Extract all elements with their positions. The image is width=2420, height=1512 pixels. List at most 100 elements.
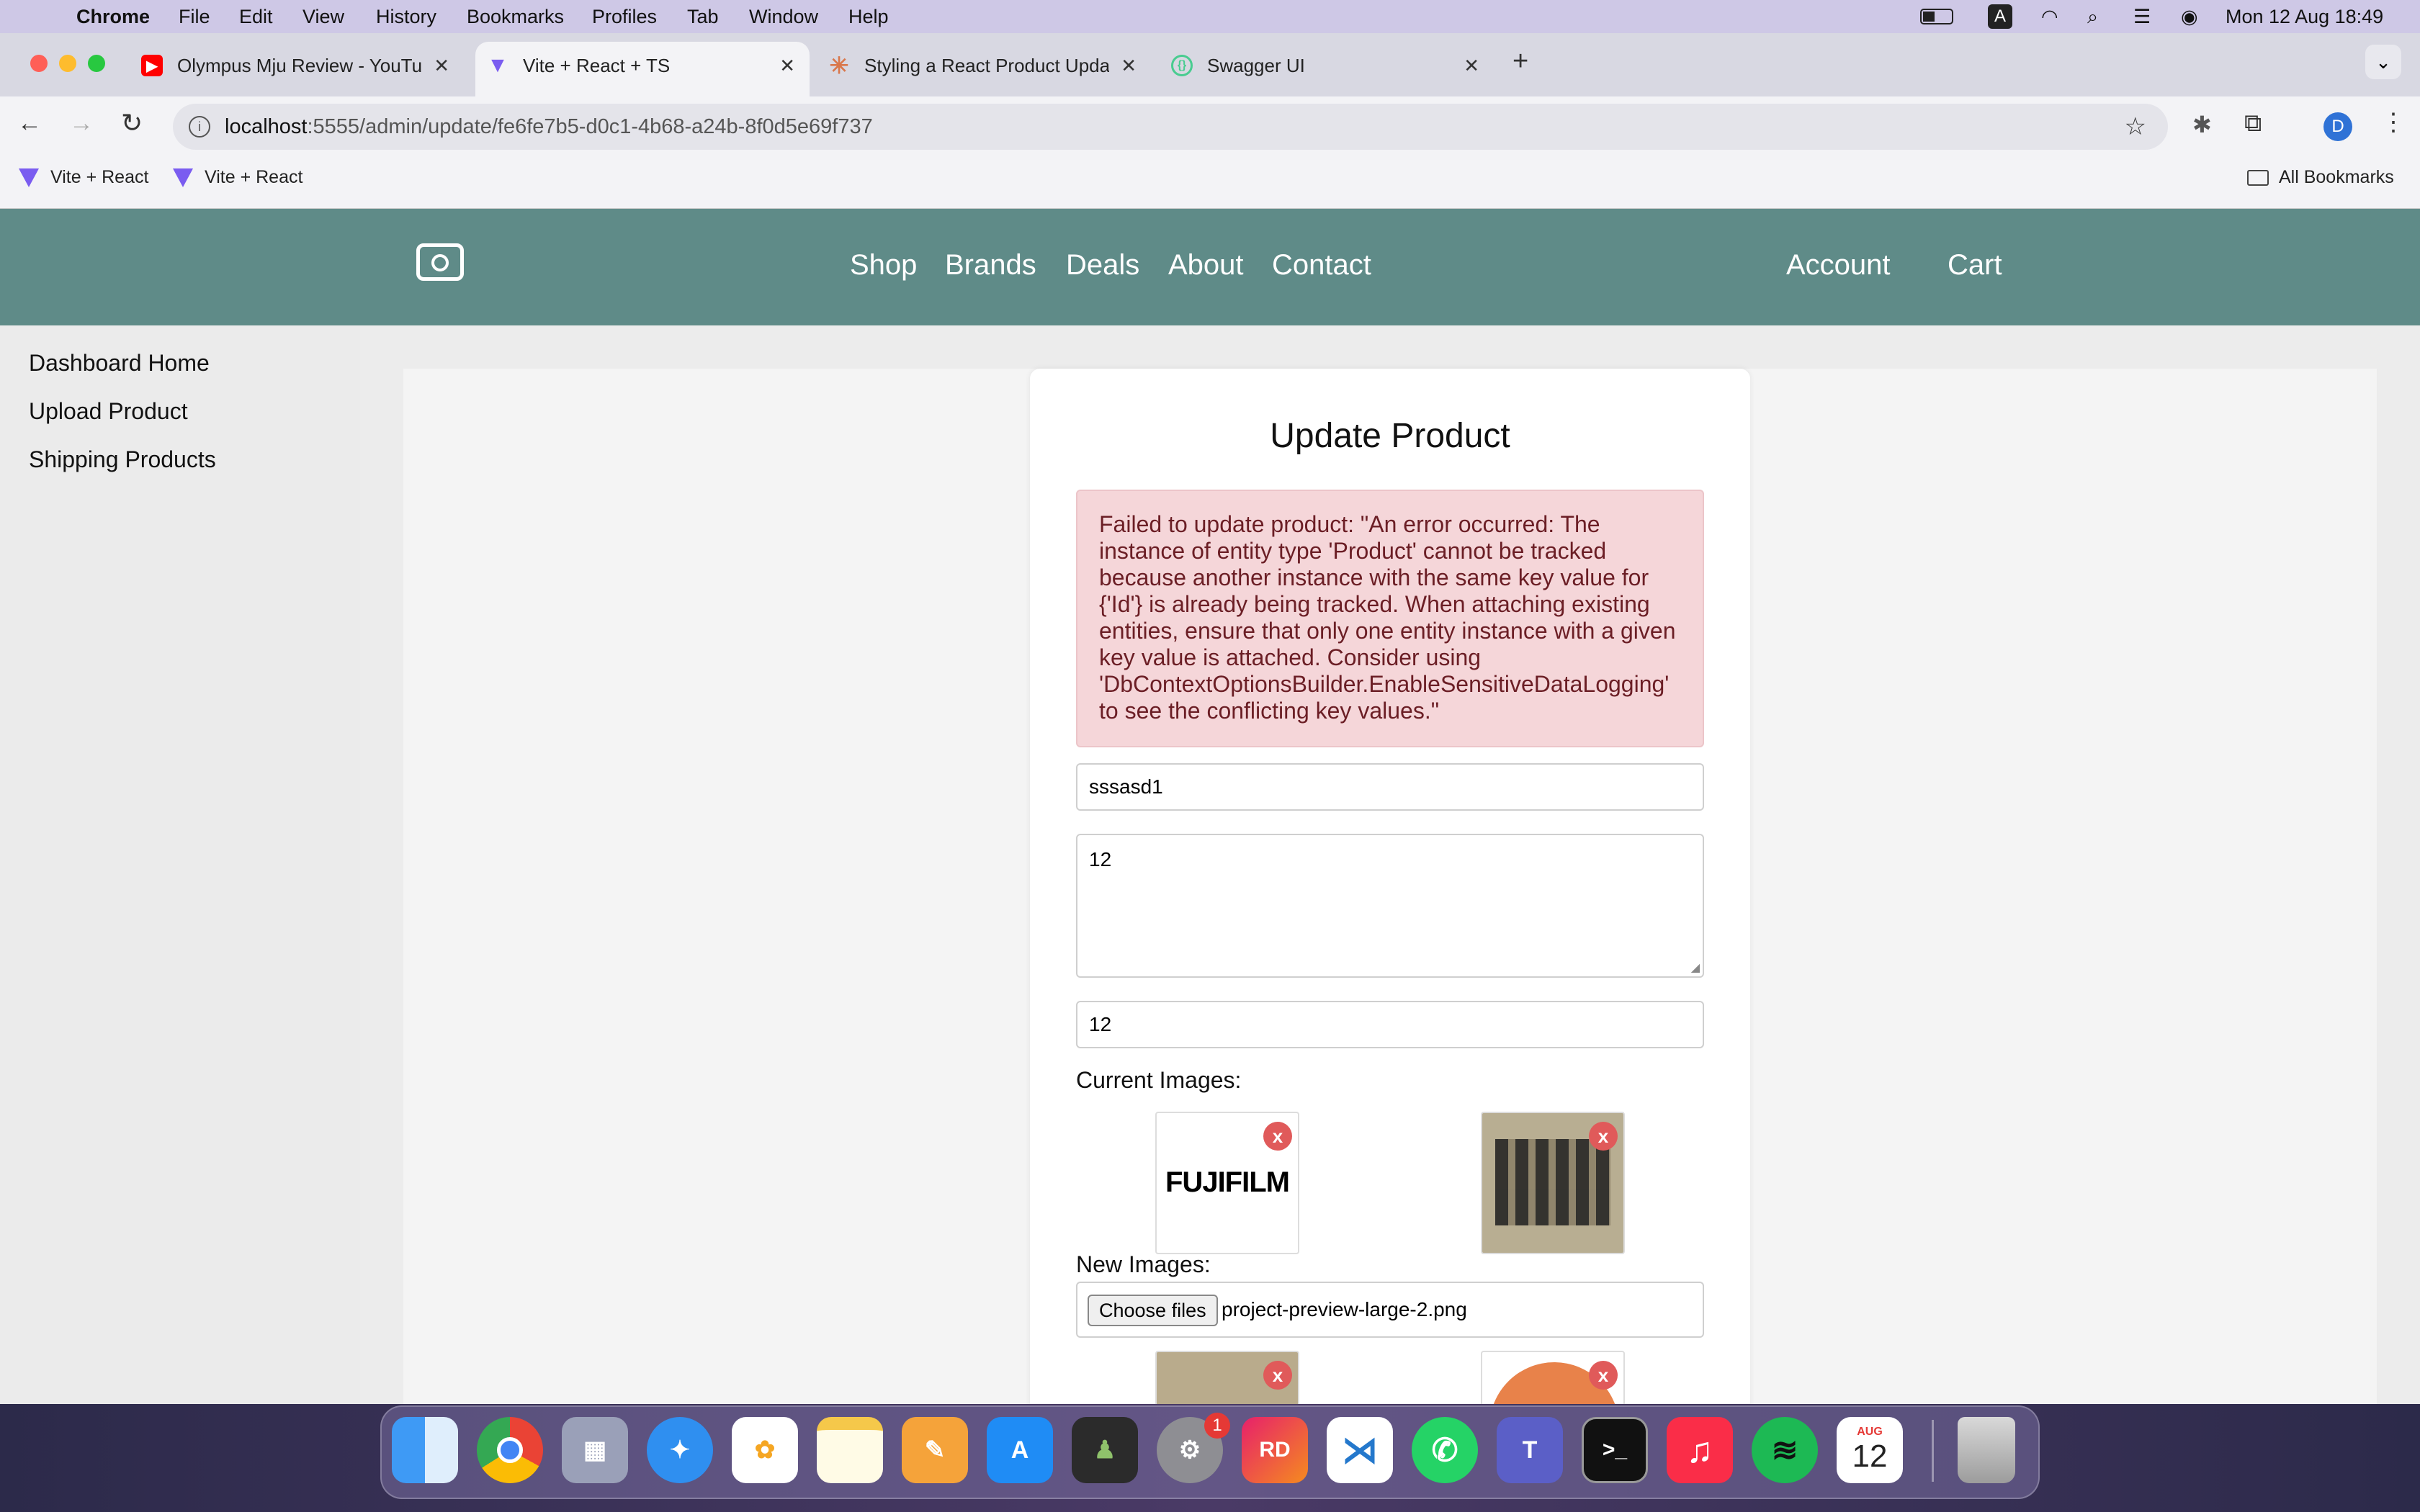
tab-styling-react[interactable]: ✳ Styling a React Product Update ✕ <box>828 45 1145 86</box>
tab-swagger[interactable]: {} Swagger UI ✕ <box>1171 45 1488 86</box>
sidebar-item-dashboard-home[interactable]: Dashboard Home <box>29 350 210 377</box>
sidebar-item-shipping-products[interactable]: Shipping Products <box>29 446 216 473</box>
extensions-puzzle-icon[interactable]: ⧉ <box>2244 109 2262 138</box>
battery-icon[interactable] <box>1920 9 1953 24</box>
tab-title: Styling a React Product Update <box>864 54 1109 76</box>
menu-bookmarks[interactable]: Bookmarks <box>467 6 564 28</box>
bookmark-label: Vite + React <box>50 167 149 187</box>
tab-title: Swagger UI <box>1207 54 1305 76</box>
control-center-icon[interactable]: ☰ <box>2133 6 2151 28</box>
calendar-icon[interactable]: AUG 12 <box>1837 1417 1903 1483</box>
chess-icon[interactable]: ♟ <box>1072 1417 1138 1483</box>
url-path: :5555/admin/update/fe6fe7b5-d0c1-4b68-a2… <box>307 114 873 138</box>
current-images-label: Current Images: <box>1076 1067 1242 1093</box>
calendar-month: AUG <box>1857 1426 1883 1438</box>
menu-history[interactable]: History <box>376 6 436 28</box>
nav-account[interactable]: Account <box>1786 249 1891 282</box>
camera-gear-photo <box>1495 1139 1610 1225</box>
dock-divider <box>1932 1420 1934 1482</box>
tab-title: Vite + React + TS <box>523 54 671 76</box>
product-price-input[interactable]: 12 <box>1076 1001 1704 1048</box>
error-alert: Failed to update product: "An error occu… <box>1076 490 1704 747</box>
product-name-input[interactable]: sssasd1 <box>1076 763 1704 811</box>
tab-vite-react[interactable]: ▼ Vite + React + TS ✕ <box>487 45 804 86</box>
back-icon[interactable]: ← <box>17 109 42 138</box>
vscode-icon[interactable]: ⋊ <box>1327 1417 1393 1483</box>
resize-handle-icon[interactable]: ◢ <box>1691 960 1700 975</box>
delete-image-button[interactable]: x <box>1589 1361 1618 1390</box>
rider-icon[interactable]: RD <box>1242 1417 1308 1483</box>
menu-profiles[interactable]: Profiles <box>592 6 657 28</box>
nav-contact[interactable]: Contact <box>1272 249 1371 282</box>
wifi-icon[interactable]: ◠ <box>2041 6 2058 28</box>
site-navbar: Shop Brands Deals About Contact Account … <box>0 209 2420 325</box>
notes-icon[interactable] <box>817 1417 883 1483</box>
siri-icon[interactable]: ◉ <box>2181 6 2198 28</box>
nav-cart[interactable]: Cart <box>1948 249 2002 282</box>
address-bar[interactable]: i localhost:5555/admin/update/fe6fe7b5-d… <box>173 104 2168 150</box>
nav-deals[interactable]: Deals <box>1066 249 1139 282</box>
photos-icon[interactable]: ✿ <box>732 1417 798 1483</box>
terminal-icon[interactable]: >_ <box>1582 1417 1648 1483</box>
pages-icon[interactable]: ✎ <box>902 1417 968 1483</box>
site-info-icon[interactable]: i <box>189 116 210 138</box>
search-icon[interactable]: ⌕ <box>2087 6 2098 29</box>
web-page: Shop Brands Deals About Contact Account … <box>0 209 2420 1404</box>
app-store-icon[interactable]: A <box>987 1417 1053 1483</box>
finder-icon[interactable] <box>392 1417 458 1483</box>
music-icon[interactable]: ♫ <box>1667 1417 1733 1483</box>
trash-icon[interactable] <box>1958 1417 2015 1483</box>
whatsapp-icon[interactable]: ✆ <box>1412 1417 1478 1483</box>
delete-image-button[interactable]: x <box>1263 1361 1292 1390</box>
input-source-icon[interactable]: A <box>1988 4 2012 29</box>
spotify-icon[interactable]: ≋ <box>1752 1417 1818 1483</box>
menu-app-name[interactable]: Chrome <box>76 6 150 28</box>
nav-shop[interactable]: Shop <box>850 249 917 282</box>
menu-edit[interactable]: Edit <box>239 6 273 28</box>
bookmark-star-icon[interactable]: ☆ <box>2125 112 2146 141</box>
chrome-icon[interactable] <box>477 1417 543 1483</box>
nav-about[interactable]: About <box>1168 249 1244 282</box>
page-title: Update Product <box>1270 417 1510 455</box>
tab-youtube[interactable]: ▶ Olympus Mju Review - YouTube ✕ <box>141 45 458 86</box>
vite-icon <box>173 168 193 187</box>
all-bookmarks[interactable]: All Bookmarks <box>2247 167 2394 188</box>
menu-tab[interactable]: Tab <box>687 6 719 28</box>
menu-help[interactable]: Help <box>848 6 889 28</box>
close-tab-icon[interactable]: ✕ <box>434 55 449 77</box>
bookmark-vite-react-2[interactable]: Vite + React <box>173 167 302 188</box>
choose-files-button[interactable]: Choose files <box>1088 1295 1218 1326</box>
vite-icon <box>19 168 39 187</box>
all-bookmarks-label: All Bookmarks <box>2279 167 2394 187</box>
reload-icon[interactable]: ↻ <box>121 108 143 138</box>
extension-bug-icon[interactable]: ✱ <box>2192 111 2212 138</box>
close-tab-icon[interactable]: ✕ <box>1464 55 1479 77</box>
clock[interactable]: Mon 12 Aug 18:49 <box>2226 6 2383 28</box>
menu-window[interactable]: Window <box>749 6 818 28</box>
tab-search-button[interactable]: ⌄ <box>2365 45 2401 79</box>
forward-icon[interactable]: → <box>69 109 94 138</box>
delete-image-button[interactable]: x <box>1589 1122 1618 1151</box>
nav-brands[interactable]: Brands <box>945 249 1036 282</box>
minimize-window-button[interactable] <box>59 55 76 72</box>
camera-logo-icon[interactable] <box>416 243 464 281</box>
close-window-button[interactable] <box>30 55 48 72</box>
url-host: localhost <box>225 114 308 138</box>
bookmark-vite-react-1[interactable]: Vite + React <box>19 167 148 188</box>
close-tab-icon[interactable]: ✕ <box>779 55 795 77</box>
teams-icon[interactable]: T <box>1497 1417 1563 1483</box>
close-tab-icon[interactable]: ✕ <box>1121 55 1137 77</box>
zoom-window-button[interactable] <box>88 55 105 72</box>
menu-view[interactable]: View <box>302 6 344 28</box>
profile-avatar[interactable]: D <box>2323 112 2352 141</box>
tab-title: Olympus Mju Review - YouTube <box>177 54 422 76</box>
new-tab-button[interactable]: + <box>1512 46 1528 77</box>
product-description-textarea[interactable]: 12 ◢ <box>1076 834 1704 978</box>
delete-image-button[interactable]: x <box>1263 1122 1292 1151</box>
macos-menu-bar: Chrome File Edit View History Bookmarks … <box>0 0 2420 33</box>
menu-file[interactable]: File <box>179 6 210 28</box>
chrome-menu-icon[interactable]: ⋮ <box>2381 108 2406 137</box>
launchpad-icon[interactable]: ▦ <box>562 1417 628 1483</box>
safari-icon[interactable]: ✦ <box>647 1417 713 1483</box>
sidebar-item-upload-product[interactable]: Upload Product <box>29 398 188 425</box>
